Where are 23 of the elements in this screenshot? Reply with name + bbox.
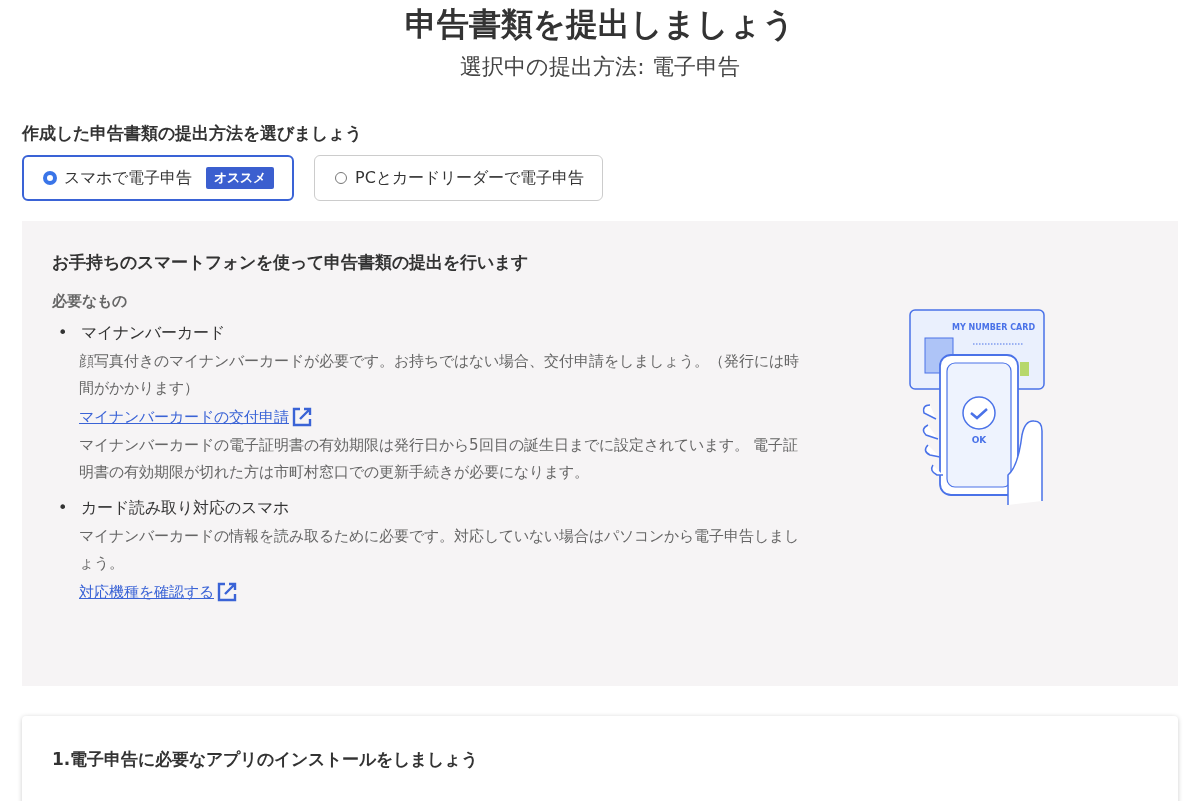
radio-button[interactable] bbox=[44, 172, 56, 184]
page-subtitle: 選択中の提出方法: 電子申告 bbox=[459, 53, 741, 81]
external-link[interactable]: 対応機種を確認する bbox=[79, 582, 214, 602]
external-link[interactable]: マイナンバーカードの交付申請 bbox=[79, 407, 289, 427]
step-heading: 1.電子申告に必要なアプリのインストールをしましょう bbox=[52, 748, 480, 771]
requirement-title: カード読み取り対応のスマホ bbox=[81, 498, 290, 519]
bullet: • bbox=[58, 498, 68, 519]
page-title: 申告書類を提出しましょう bbox=[404, 4, 796, 45]
panel-heading: お手持ちのスマートフォンを使って申告書類の提出を行います bbox=[52, 251, 529, 274]
recommended-badge: オススメ bbox=[206, 167, 274, 189]
requirement-description: マイナンバーカードの電子証明書の有効期限は発行日から5回目の誕生日までに設定されています。 電子証明書の有効期限が切れた方は市町村窓口での更新手続きが必要になります。 bbox=[79, 435, 800, 483]
requirement-description: マイナンバーカードの情報を読み取るために必要です。対応していない場合はパソコンから電子申告しましょう。 bbox=[79, 526, 800, 574]
requirement-title: マイナンバーカード bbox=[81, 323, 226, 344]
method-option[interactable]: スマホで電子申告 オススメ bbox=[22, 155, 294, 201]
method-option[interactable]: PCとカードリーダーで電子申告 bbox=[314, 155, 603, 201]
bullet: • bbox=[58, 323, 68, 344]
radio-button[interactable] bbox=[335, 172, 347, 184]
section-heading: 作成した申告書類の提出方法を選びましょう bbox=[22, 122, 363, 145]
external-link-icon bbox=[216, 581, 238, 603]
external-link-icon bbox=[291, 406, 313, 428]
requirement-description: 顔写真付きのマイナンバーカードが必要です。お持ちではない場合、交付申請をしましょう。（発行には時間がかかります） bbox=[79, 351, 800, 399]
card-phone-drawing: MY NUMBER CARD OK bbox=[908, 295, 1048, 510]
requirements-heading: 必要なもの bbox=[52, 292, 128, 311]
